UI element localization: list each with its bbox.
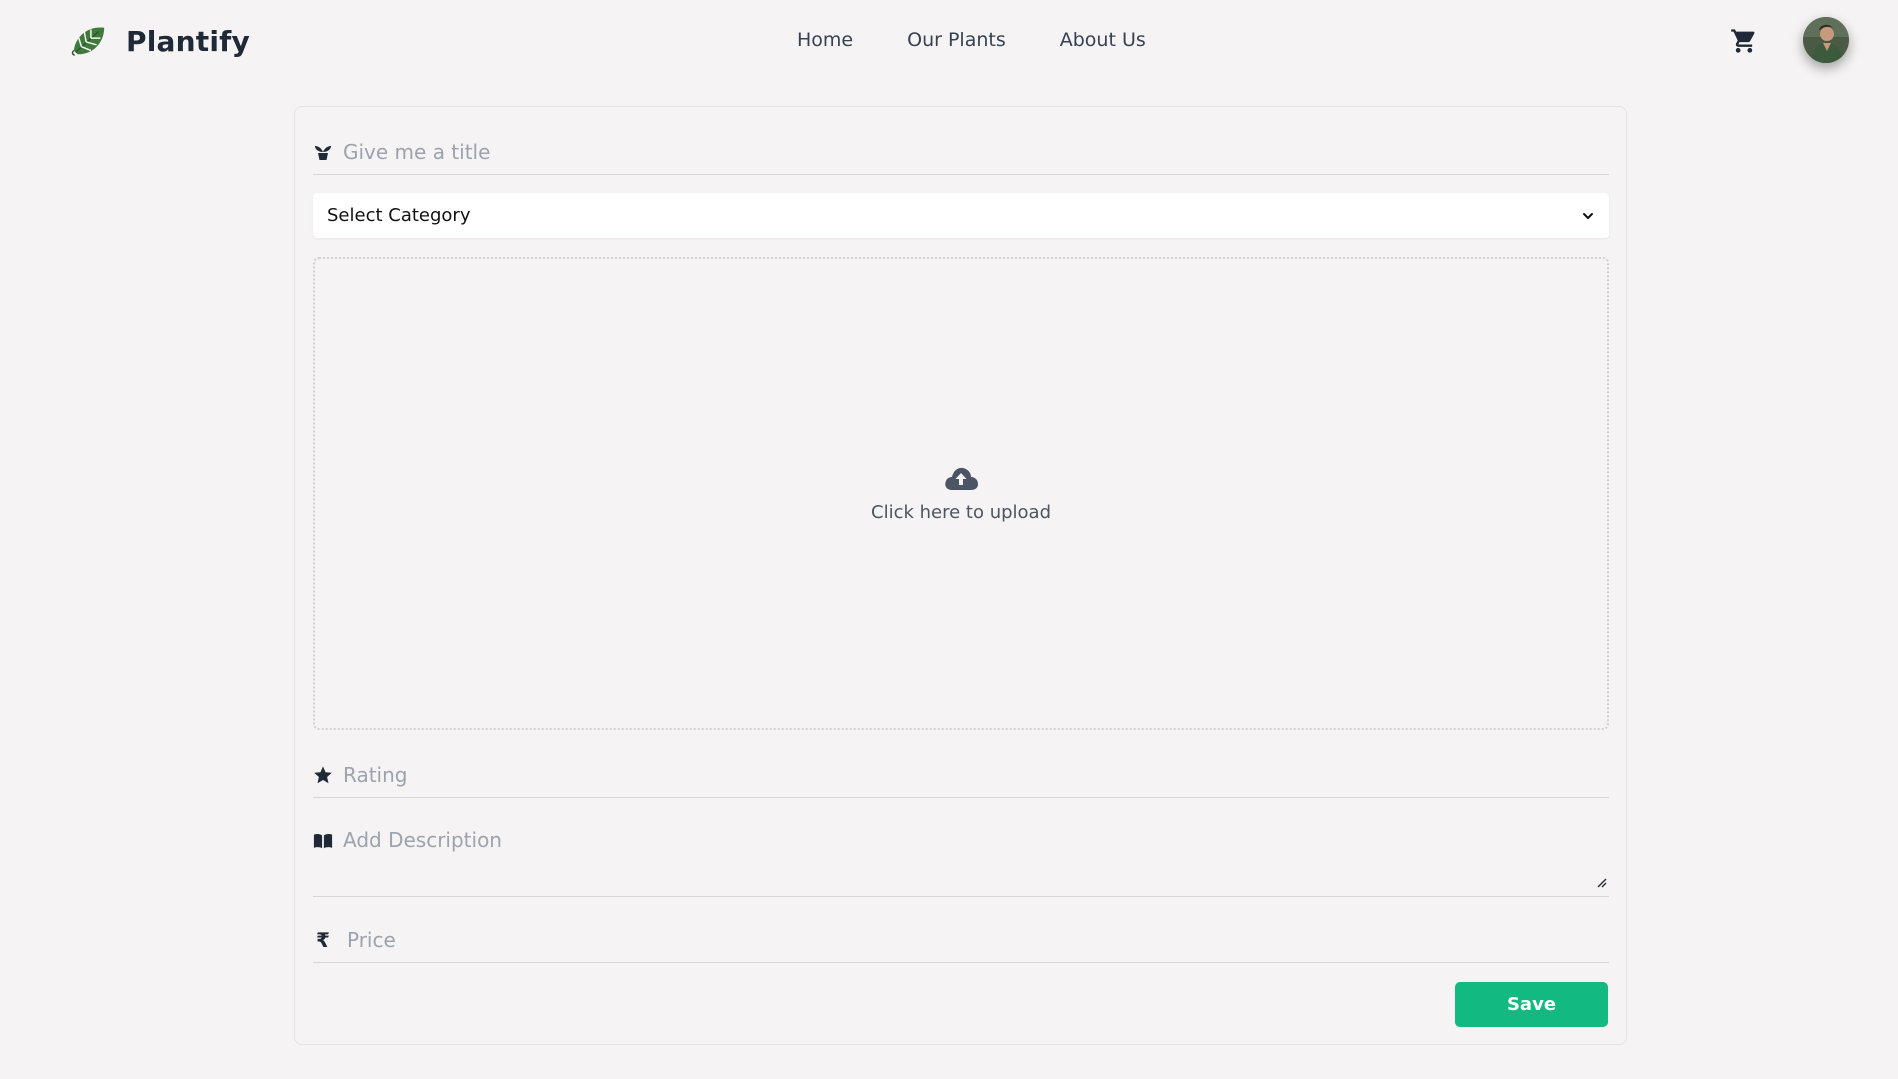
plant-pot-icon bbox=[313, 142, 333, 162]
save-button[interactable]: Save bbox=[1455, 982, 1608, 1027]
upload-label: Click here to upload bbox=[871, 502, 1051, 523]
add-plant-form: Select Category Click here to upload bbox=[294, 106, 1627, 1045]
price-input[interactable] bbox=[347, 927, 1609, 952]
star-icon bbox=[313, 765, 333, 785]
nav-link-our-plants[interactable]: Our Plants bbox=[907, 28, 1006, 52]
brand-name: Plantify bbox=[126, 24, 250, 58]
category-selected-value: Select Category bbox=[327, 205, 471, 226]
rating-input[interactable] bbox=[343, 762, 1609, 787]
main-nav: Home Our Plants About Us bbox=[797, 28, 1146, 52]
cart-icon[interactable] bbox=[1730, 27, 1758, 55]
title-input[interactable] bbox=[343, 139, 1609, 164]
top-navbar: Plantify Home Our Plants About Us bbox=[0, 0, 1898, 82]
monstera-leaf-icon bbox=[71, 27, 105, 56]
price-field: ₹ bbox=[313, 917, 1609, 963]
image-upload-dropzone[interactable]: Click here to upload bbox=[313, 257, 1609, 730]
description-field bbox=[313, 815, 1609, 897]
chevron-down-icon bbox=[1583, 212, 1593, 219]
resize-handle-icon[interactable] bbox=[1595, 876, 1607, 888]
book-icon bbox=[313, 831, 333, 851]
rating-field bbox=[313, 752, 1609, 798]
avatar-photo bbox=[1803, 17, 1849, 63]
title-field bbox=[313, 129, 1609, 175]
description-textarea[interactable] bbox=[343, 828, 1609, 886]
nav-link-about-us[interactable]: About Us bbox=[1060, 28, 1146, 52]
rupee-icon: ₹ bbox=[316, 927, 330, 952]
cloud-upload-icon bbox=[945, 467, 978, 490]
category-select[interactable]: Select Category bbox=[313, 193, 1609, 238]
user-avatar[interactable] bbox=[1803, 17, 1849, 63]
nav-link-home[interactable]: Home bbox=[797, 28, 853, 52]
brand[interactable]: Plantify bbox=[70, 22, 250, 60]
